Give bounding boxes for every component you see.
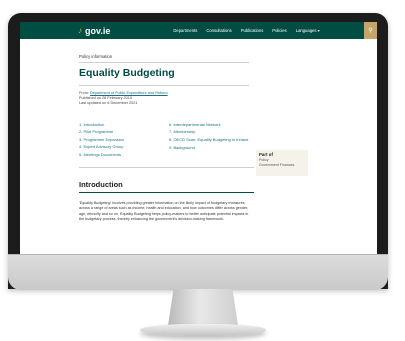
- doc-type: Policy information: [79, 54, 249, 63]
- monitor-base: [140, 324, 266, 336]
- toc-item[interactable]: 1. Introduction: [79, 121, 159, 129]
- part-of-title: Part of: [259, 152, 273, 157]
- part-of-box: Part of Policy Government Finances: [256, 150, 308, 176]
- nav-policies[interactable]: Policies: [272, 28, 286, 33]
- title-divider: [79, 85, 249, 86]
- nav-consultations[interactable]: Consultations: [206, 28, 231, 33]
- toc-item[interactable]: 2. Pilot Programme: [79, 128, 159, 136]
- part-of-item-finances[interactable]: Government Finances: [259, 163, 305, 168]
- toc-column-right: 6. Interdepartmental Network 7. Membersh…: [169, 121, 249, 159]
- logo-text: gov.ie: [85, 25, 111, 36]
- nav-languages[interactable]: Languages ▾: [296, 28, 320, 33]
- toc-item[interactable]: 5. Meetings Documents: [79, 151, 159, 159]
- page-title: Equality Budgeting: [79, 67, 175, 79]
- toc-item[interactable]: 4. Expert Advisory Group: [79, 143, 159, 151]
- harp-icon: ♪: [78, 26, 82, 35]
- page-meta: From: Department of Public Expenditure a…: [79, 91, 377, 107]
- toc-item[interactable]: 7. Membership: [169, 128, 249, 136]
- toc-item[interactable]: 3. Programme Expansion: [79, 136, 159, 144]
- toc-column-left: 1. Introduction 2. Pilot Programme 3. Pr…: [79, 121, 159, 159]
- nav-publications[interactable]: Publications: [241, 28, 264, 33]
- monitor-stand: [168, 289, 238, 325]
- monitor-chin: [8, 254, 388, 290]
- from-label: From:: [79, 91, 90, 95]
- site-logo[interactable]: ♪ gov.ie: [78, 26, 110, 36]
- nav-departments[interactable]: Departments: [173, 28, 197, 33]
- search-button[interactable]: ⚲: [364, 22, 377, 39]
- intro-paragraph: 'Equality Budgeting' involves providing …: [79, 201, 249, 221]
- updated-date: Last updated on 6 December 2021: [79, 101, 138, 106]
- main-nav: Departments Consultations Publications P…: [173, 28, 319, 33]
- site-header: ♪ gov.ie Departments Consultations Publi…: [20, 22, 377, 39]
- department-link[interactable]: Department of Public Expenditure and Ref…: [90, 91, 168, 95]
- table-of-contents: 1. Introduction 2. Pilot Programme 3. Pr…: [79, 121, 254, 159]
- toc-item[interactable]: 6. Interdepartmental Network: [169, 121, 249, 129]
- toc-item[interactable]: 9. Background: [169, 144, 249, 152]
- toc-item[interactable]: 8. OECD Scan: Equality Budgeting in Irel…: [169, 137, 249, 142]
- toc-divider: [79, 167, 254, 169]
- section-title: Introduction: [79, 180, 123, 190]
- screen: ♪ gov.ie Departments Consultations Publi…: [20, 22, 377, 254]
- main-content: Policy information Equality Budgeting Fr…: [20, 54, 377, 222]
- search-icon: ⚲: [368, 28, 373, 34]
- section-divider: [79, 192, 254, 194]
